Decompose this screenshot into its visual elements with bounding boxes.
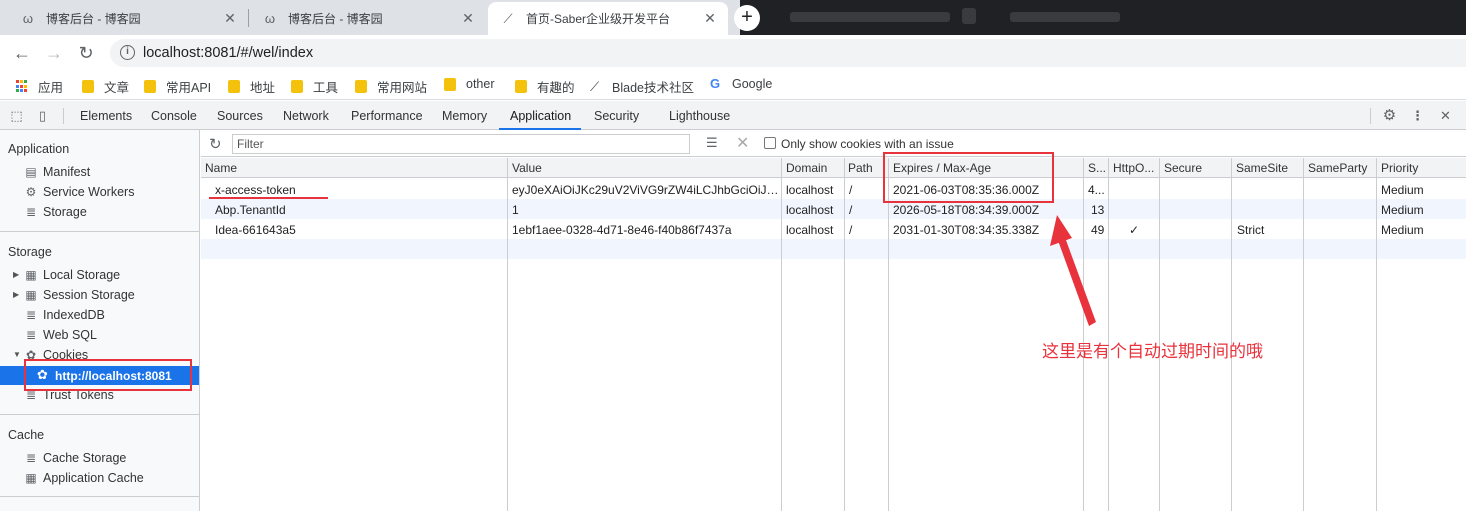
arrow-head	[1050, 215, 1072, 246]
annotation-text: 这里是有个自动过期时间的哦	[1042, 342, 1263, 361]
arrow-shaft	[1056, 232, 1096, 326]
annotation-arrow	[1050, 215, 1096, 326]
